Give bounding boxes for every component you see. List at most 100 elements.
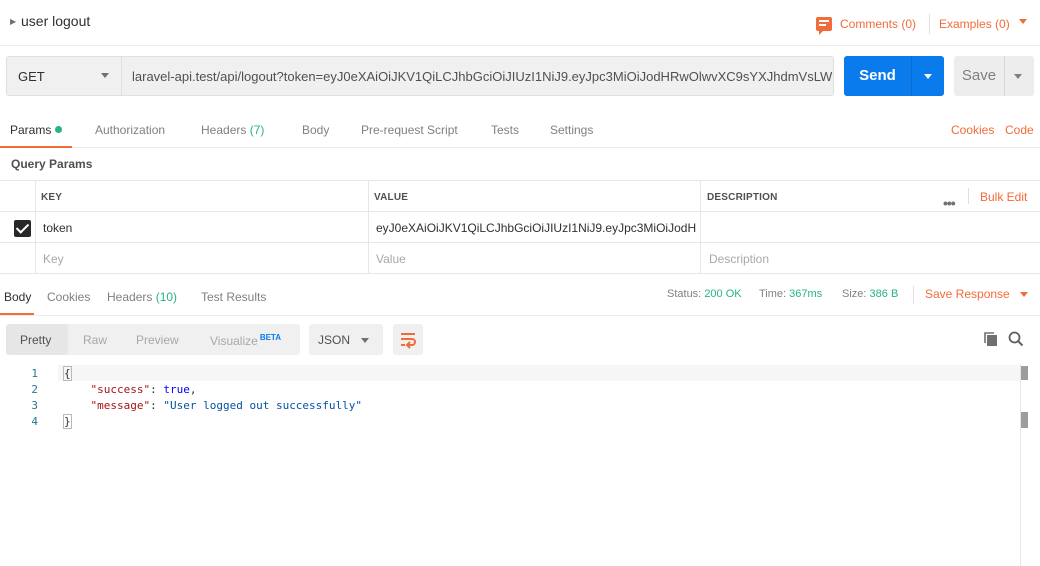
tab-prerequest-script[interactable]: Pre-request Script [361,123,458,137]
json-key-success: "success" [90,383,151,396]
more-options-icon[interactable]: ••• [943,195,956,211]
size-value[interactable]: 386 B [870,288,899,300]
line-number: 2 [31,383,38,396]
tab-params-label: Params [10,123,52,137]
tab-tests[interactable]: Tests [491,123,519,137]
tab-authorization[interactable]: Authorization [95,123,165,137]
editor-scrollbar[interactable] [1020,364,1021,566]
tab-response-headers-label: Headers [107,290,153,304]
time-readout: Time: 367ms [759,288,822,300]
view-pretty[interactable]: Pretty [20,333,51,347]
status-value[interactable]: 200 OK [704,288,741,300]
response-body-editor[interactable]: 1 2 3 4 { "success": true, "message": "U… [0,364,1030,564]
tab-response-cookies[interactable]: Cookies [47,290,90,304]
params-table: KEY VALUE DESCRIPTION token eyJ0eXAiOiJK… [0,180,1040,274]
cookies-link[interactable]: Cookies [951,123,994,137]
save-response-button[interactable]: Save Response [925,287,1010,301]
view-preview[interactable]: Preview [136,333,179,347]
chevron-down-icon[interactable] [924,74,932,79]
url-input[interactable]: laravel-api.test/api/logout?token=eyJ0eX… [121,56,834,96]
new-key-input[interactable]: Key [43,252,64,266]
comments-label: Comments (0) [840,17,917,31]
tab-headers-label: Headers [201,123,247,137]
comment-icon [816,17,832,35]
code-link[interactable]: Code [1005,123,1034,137]
method-value: GET [18,68,45,84]
column-divider [368,181,369,274]
examples-button[interactable]: Examples (0) [939,17,1010,31]
tab-settings[interactable]: Settings [550,123,593,137]
size-readout: Size: 386 B [842,288,898,300]
json-key-message: "message" [90,399,151,412]
header-divider [929,14,930,34]
bulk-edit-link[interactable]: Bulk Edit [980,190,1027,204]
response-tabs: Body Cookies Headers (10) Test Results S… [0,280,1040,316]
scrollbar-thumb[interactable] [1021,412,1028,428]
format-select[interactable]: JSON [309,324,383,355]
param-value-cell[interactable]: eyJ0eXAiOiJKV1QiLCJhbGciOiJIUzI1NiJ9.eyJ… [376,221,696,235]
send-button[interactable]: Send [844,56,944,96]
tab-headers[interactable]: Headers (7) [201,123,264,137]
request-title[interactable]: user logout [21,13,90,29]
json-close-brace: } [63,414,72,429]
tab-response-headers-count: (10) [155,290,178,304]
tab-response-body[interactable]: Body [4,290,31,304]
tab-response-headers[interactable]: Headers (10) [107,290,177,304]
param-key-cell[interactable]: token [43,221,363,235]
send-divider [911,56,912,96]
column-header-key: KEY [41,192,63,203]
table-row-new: Key Value Description [0,243,1040,274]
tab-params[interactable]: Params [10,123,63,137]
send-label: Send [859,67,896,84]
view-visualize[interactable]: Visualize BETA [210,333,281,348]
format-value: JSON [318,332,351,347]
active-tab-underline [0,313,34,315]
time-value[interactable]: 367ms [789,288,822,300]
beta-badge: BETA [259,333,281,342]
expand-caret-icon[interactable]: ▶ [10,17,16,26]
json-line-message: "message": "User logged out successfully… [90,399,363,412]
copy-icon[interactable] [983,331,999,347]
chevron-down-icon [101,73,109,78]
chevron-down-icon[interactable] [1019,19,1027,24]
column-header-description: DESCRIPTION [707,192,778,203]
line-number: 4 [31,415,38,428]
chevron-down-icon [361,338,369,343]
tab-body[interactable]: Body [302,123,329,137]
bulk-edit-divider [968,188,969,204]
query-params-heading: Query Params [11,157,93,171]
view-visualize-label: Visualize [210,334,258,348]
new-value-input[interactable]: Value [376,252,406,266]
status-readout: Status: 200 OK [667,288,742,300]
chevron-down-icon[interactable] [1020,292,1028,297]
request-tabs: Params Authorization Headers (7) Body Pr… [0,108,1040,148]
save-button[interactable]: Save [954,56,1034,96]
chevron-down-icon[interactable] [1014,74,1022,79]
save-divider [1004,56,1005,96]
size-label: Size: [842,288,867,300]
time-label: Time: [759,288,787,300]
comments-button[interactable]: Comments (0) [816,14,917,35]
scrollbar-marker[interactable] [1021,366,1028,380]
table-row: token eyJ0eXAiOiJKV1QiLCJhbGciOiJIUzI1Ni… [0,212,1040,243]
status-label: Status: [667,288,702,300]
wrap-lines-icon [401,333,416,349]
new-description-input[interactable]: Description [709,252,769,266]
response-view-tabs: Pretty Raw Preview Visualize BETA [6,324,300,355]
tab-test-results[interactable]: Test Results [201,290,266,304]
json-line-success: "success": true, [90,383,197,396]
param-enabled-checkbox[interactable] [14,220,31,237]
view-raw[interactable]: Raw [83,333,107,347]
search-icon[interactable] [1008,331,1024,347]
table-header-row: KEY VALUE DESCRIPTION [0,181,1040,212]
params-indicator-dot [55,126,63,133]
line-number: 3 [31,399,38,412]
wrap-lines-button[interactable] [393,324,423,355]
column-divider [35,181,36,274]
active-tab-underline [0,146,72,148]
status-divider [913,286,914,304]
tab-headers-count: (7) [249,123,265,137]
line-number: 1 [31,367,38,380]
json-value-success: true [163,383,190,396]
save-label: Save [961,67,997,84]
